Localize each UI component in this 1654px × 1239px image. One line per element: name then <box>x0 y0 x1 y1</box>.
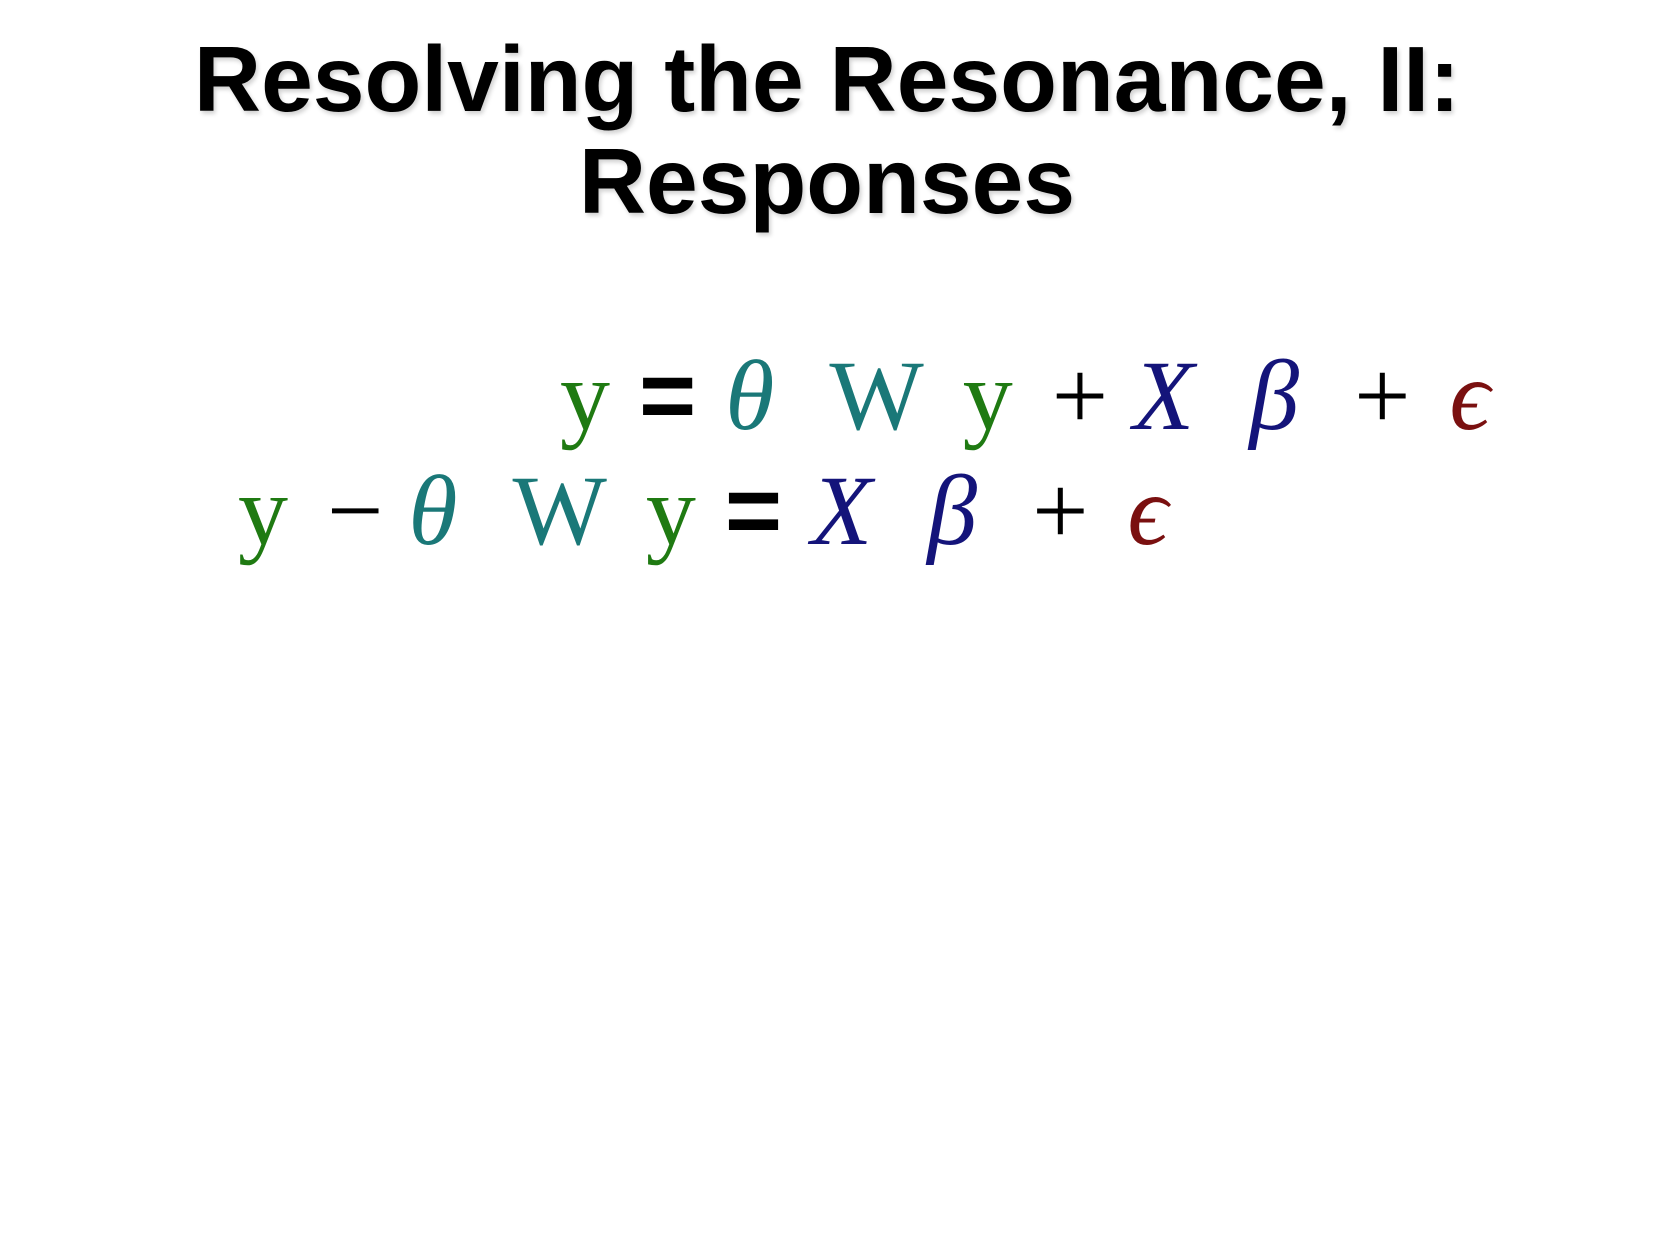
eq2-beta-symbol: β <box>927 455 978 566</box>
eq1-X-matrix: X <box>1133 340 1195 451</box>
slide-title: Resolving the Resonance, II: Responses <box>0 28 1654 232</box>
eq2-y-second: y <box>645 455 696 566</box>
eq1-beta-symbol: β <box>1249 340 1300 451</box>
eq2-plus-sign: + <box>1032 455 1089 566</box>
eq1-plus-sign-1: + <box>1051 340 1109 451</box>
eq2-epsilon-symbol: ϵ <box>1127 455 1168 566</box>
eq1-W-matrix: W <box>829 340 924 451</box>
eq2-equals-sign: = <box>724 455 783 565</box>
eq2-X-matrix: X <box>811 455 873 566</box>
eq1-y-rhs: y <box>962 340 1013 451</box>
eq1-epsilon-symbol: ϵ <box>1449 340 1490 451</box>
eq2-y-first: y <box>238 455 288 566</box>
slide-title-line-1: Resolving the Resonance, II: <box>193 27 1461 131</box>
equation-rearranged: y − θ W y = X β + ϵ <box>238 455 1168 566</box>
slide-title-line-2: Responses <box>578 129 1076 233</box>
equation-spatial-lag-model: y = θ W y + X β + ϵ <box>560 340 1490 451</box>
eq1-y-lhs: y <box>560 340 610 451</box>
eq2-W-matrix: W <box>512 455 607 566</box>
eq1-equals-sign: = <box>639 340 697 450</box>
eq1-theta-symbol: θ <box>725 340 775 451</box>
slide: Resolving the Resonance, II: Responses y… <box>0 0 1654 1239</box>
eq1-plus-sign-2: + <box>1354 340 1411 451</box>
eq2-minus-sign: − <box>327 455 384 566</box>
eq2-theta-symbol: θ <box>408 455 458 566</box>
